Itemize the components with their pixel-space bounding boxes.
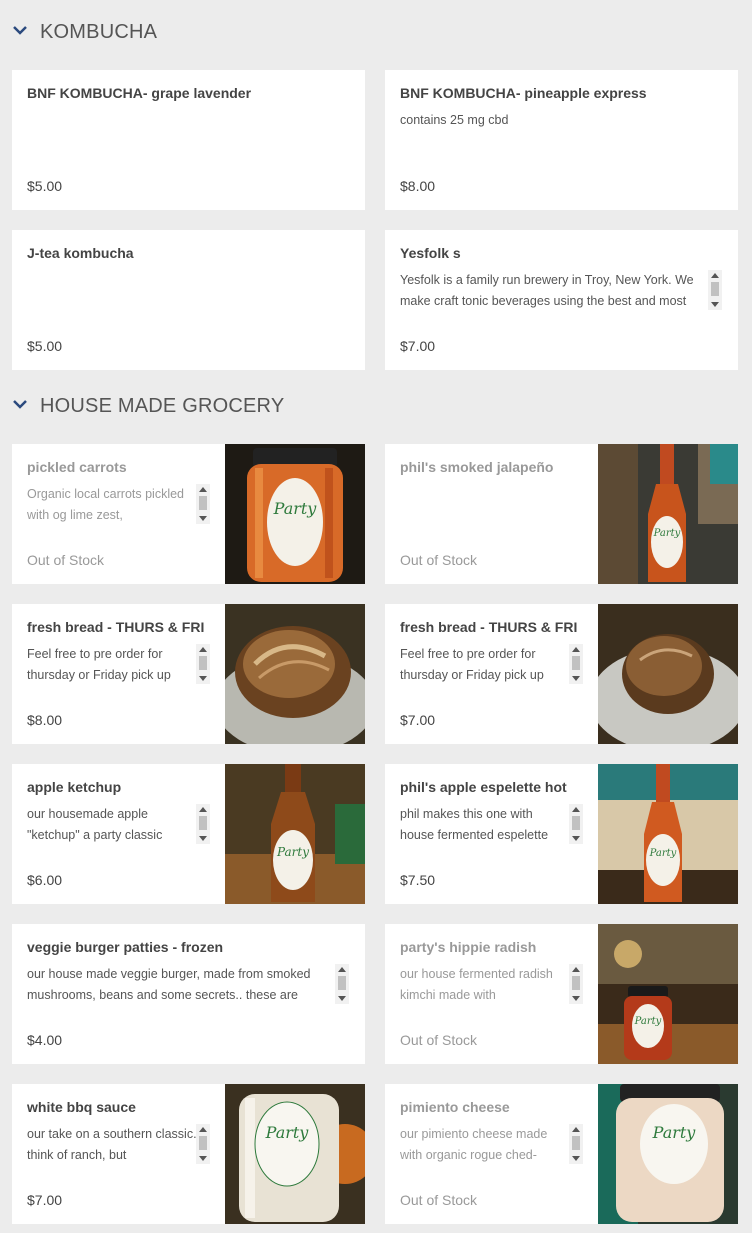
item-description: our house fermented radish kimchi made w… bbox=[400, 967, 553, 1002]
description-scrollbar[interactable] bbox=[569, 1124, 583, 1164]
menu-item-card[interactable]: Yesfolk s Yesfolk is a family run brewer… bbox=[385, 230, 738, 370]
item-price: $6.00 bbox=[27, 872, 63, 888]
item-description: Feel free to pre order for thursday or F… bbox=[400, 647, 544, 682]
item-price: $4.00 bbox=[27, 1032, 63, 1048]
svg-text:Party: Party bbox=[634, 1016, 662, 1027]
menu-item-card[interactable]: pimiento cheese our pimiento cheese made… bbox=[385, 1084, 738, 1224]
item-name: J-tea kombucha bbox=[27, 245, 134, 261]
section-header-grocery[interactable]: HOUSE MADE GROCERY bbox=[0, 386, 752, 426]
item-price: $7.00 bbox=[27, 1192, 63, 1208]
item-name: pimiento cheese bbox=[400, 1099, 510, 1115]
bottle-photo: Party bbox=[598, 444, 738, 584]
item-price: $5.00 bbox=[27, 178, 63, 194]
section-header-kombucha[interactable]: KOMBUCHA bbox=[0, 12, 752, 52]
item-name: BNF KOMBUCHA- grape lavender bbox=[27, 85, 252, 101]
item-description: contains 25 mg cbd bbox=[400, 113, 509, 127]
item-description bbox=[27, 270, 347, 312]
item-name: party's hippie radish bbox=[400, 939, 537, 955]
item-name: BNF KOMBUCHA- pineapple express bbox=[400, 85, 647, 101]
stock-status: Out of Stock bbox=[400, 1032, 478, 1048]
item-name: Yesfolk s bbox=[400, 245, 461, 261]
menu-item-card[interactable]: fresh bread - THURS & FRI Feel free to p… bbox=[385, 604, 738, 744]
menu-item-card[interactable]: J-tea kombucha $5.00 bbox=[12, 230, 365, 370]
item-name: white bbq sauce bbox=[27, 1099, 136, 1115]
section-title: KOMBUCHA bbox=[40, 20, 158, 43]
item-name: phil's smoked jalapeño bbox=[400, 459, 554, 475]
stock-status: Out of Stock bbox=[400, 1192, 478, 1208]
item-price: $8.00 bbox=[400, 178, 436, 194]
item-description: phil makes this one with house fermented… bbox=[400, 807, 549, 842]
stock-status: Out of Stock bbox=[27, 552, 105, 568]
item-description: Feel free to pre order for thursday or F… bbox=[27, 647, 171, 682]
description-scrollbar[interactable] bbox=[569, 644, 583, 684]
description-scrollbar[interactable] bbox=[335, 964, 349, 1004]
bottle-photo: Party bbox=[225, 764, 365, 904]
chevron-down-icon bbox=[13, 400, 27, 409]
description-scrollbar[interactable] bbox=[569, 804, 583, 844]
item-name: fresh bread - THURS & FRI bbox=[27, 619, 205, 635]
bottle-photo: Party bbox=[598, 764, 738, 904]
jar-photo: Party bbox=[598, 924, 738, 1064]
item-price: $5.00 bbox=[27, 338, 63, 354]
menu-item-card[interactable]: pickled carrots Organic local carrots pi… bbox=[12, 444, 365, 584]
svg-text:Party: Party bbox=[653, 528, 681, 539]
menu-item-card[interactable]: veggie burger patties - frozen our house… bbox=[12, 924, 365, 1064]
item-price: $8.00 bbox=[27, 712, 63, 728]
item-price: $7.00 bbox=[400, 712, 436, 728]
item-description: our housemade apple "ketchup" a party cl… bbox=[27, 807, 163, 842]
menu-item-card[interactable]: BNF KOMBUCHA- pineapple express contains… bbox=[385, 70, 738, 210]
svg-text:Party: Party bbox=[649, 848, 677, 859]
description-scrollbar[interactable] bbox=[196, 484, 210, 524]
item-price: $7.50 bbox=[400, 872, 436, 888]
svg-text:Party: Party bbox=[265, 1123, 310, 1142]
bread-photo bbox=[598, 604, 738, 744]
item-name: veggie burger patties - frozen bbox=[27, 939, 224, 955]
item-price: $7.00 bbox=[400, 338, 436, 354]
description-scrollbar[interactable] bbox=[196, 644, 210, 684]
menu-item-card[interactable]: BNF KOMBUCHA- grape lavender $5.00 bbox=[12, 70, 365, 210]
menu-item-card[interactable]: white bbq sauce our take on a southern c… bbox=[12, 1084, 365, 1224]
description-scrollbar[interactable] bbox=[196, 1124, 210, 1164]
description-scrollbar[interactable] bbox=[708, 270, 722, 310]
item-name: phil's apple espelette hot bbox=[400, 779, 567, 795]
menu-item-card[interactable]: phil's smoked jalapeño Out of Stock Part… bbox=[385, 444, 738, 584]
section-title: HOUSE MADE GROCERY bbox=[40, 394, 285, 417]
item-description bbox=[400, 484, 570, 526]
menu-item-card[interactable]: fresh bread - THURS & FRI Feel free to p… bbox=[12, 604, 365, 744]
item-description: Organic local carrots pickled with og li… bbox=[27, 487, 185, 522]
menu-item-card[interactable]: apple ketchup our housemade apple "ketch… bbox=[12, 764, 365, 904]
jar-photo: Party bbox=[225, 444, 365, 584]
jar-photo: Party bbox=[225, 1084, 365, 1224]
svg-text:Party: Party bbox=[276, 845, 309, 859]
item-description: our take on a southern classic. think of… bbox=[27, 1127, 197, 1162]
item-description: Yesfolk is a family run brewery in Troy,… bbox=[400, 273, 694, 308]
description-scrollbar[interactable] bbox=[569, 964, 583, 1004]
svg-text:Party: Party bbox=[273, 499, 318, 518]
description-scrollbar[interactable] bbox=[196, 804, 210, 844]
item-description: our pimiento cheese made with organic ro… bbox=[400, 1127, 548, 1162]
menu-item-card[interactable]: party's hippie radish our house fermente… bbox=[385, 924, 738, 1064]
svg-text:Party: Party bbox=[652, 1123, 697, 1142]
jar-photo: Party bbox=[598, 1084, 738, 1224]
item-description: our house made veggie burger, made from … bbox=[27, 967, 311, 1002]
item-name: fresh bread - THURS & FRI bbox=[400, 619, 578, 635]
item-description bbox=[27, 110, 347, 152]
menu-item-card[interactable]: phil's apple espelette hot phil makes th… bbox=[385, 764, 738, 904]
chevron-down-icon bbox=[13, 26, 27, 35]
bread-photo bbox=[225, 604, 365, 744]
item-name: pickled carrots bbox=[27, 459, 127, 475]
item-name: apple ketchup bbox=[27, 779, 122, 795]
stock-status: Out of Stock bbox=[400, 552, 478, 568]
